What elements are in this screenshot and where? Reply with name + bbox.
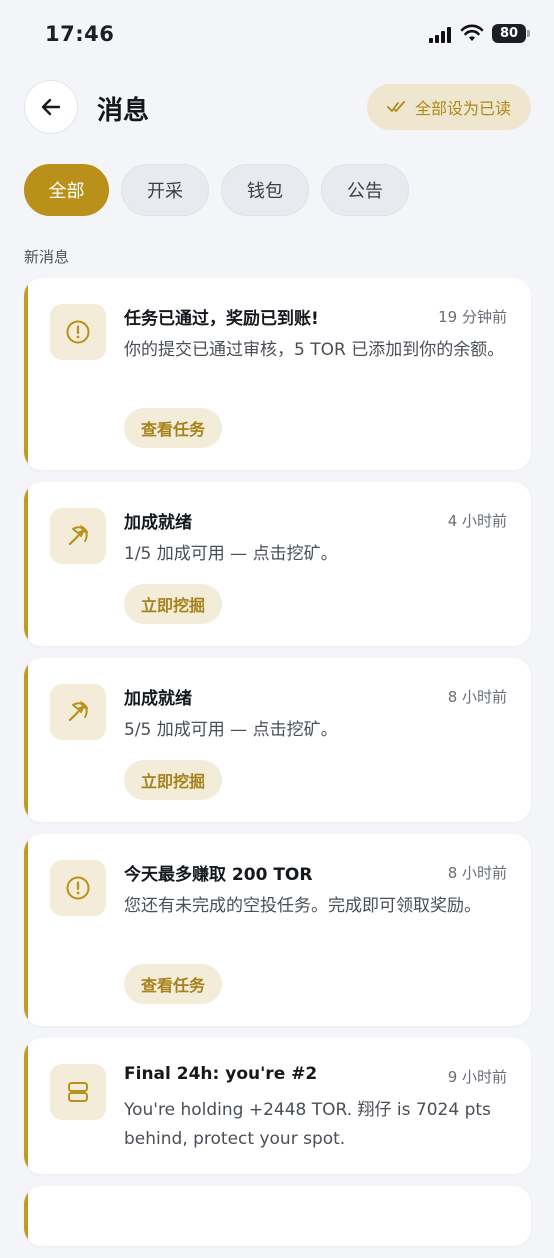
notification-body: 5/5 加成可用 — 点击挖矿。 [124, 720, 338, 740]
status-bar: 17:46 80 [0, 0, 554, 70]
mark-all-read-label: 全部设为已读 [414, 99, 511, 118]
section-label-new: 新消息 [24, 248, 70, 266]
back-button[interactable] [24, 80, 78, 134]
notification-card[interactable]: Final 24h: you're #2 9 小时前 You're holdin… [24, 1038, 531, 1174]
notification-title: 加成就绪 [124, 689, 192, 709]
notification-body: You're holding +2448 TOR. 翔仔 is 7024 pts… [124, 1100, 491, 1149]
alert-circle-icon [50, 860, 106, 916]
server-icon [50, 1064, 106, 1120]
double-check-icon [387, 101, 405, 112]
notification-card[interactable]: 任务已通过，奖励已到账! 19 分钟前 你的提交已通过审核，5 TOR 已添加到… [24, 278, 531, 470]
status-time: 17:46 [45, 22, 115, 46]
notification-body: 1/5 加成可用 — 点击挖矿。 [124, 544, 338, 564]
notification-list: 任务已通过，奖励已到账! 19 分钟前 你的提交已通过审核，5 TOR 已添加到… [24, 278, 531, 1258]
tab-wallet[interactable]: 钱包 [221, 164, 309, 216]
wifi-icon [460, 24, 484, 41]
mine-now-button[interactable]: 立即挖掘 [124, 760, 223, 800]
notification-body: 你的提交已通过审核，5 TOR 已添加到你的余额。 [124, 340, 505, 360]
notification-time: 19 分钟前 [438, 308, 507, 326]
mine-now-button[interactable]: 立即挖掘 [124, 584, 223, 624]
notification-title: 今天最多赚取 200 TOR [124, 865, 313, 885]
tab-all[interactable]: 全部 [24, 164, 109, 216]
notification-time: 4 小时前 [447, 512, 507, 530]
view-task-button[interactable]: 查看任务 [124, 964, 223, 1004]
notification-time: 8 小时前 [447, 688, 507, 706]
notification-card[interactable]: 加成就绪 4 小时前 1/5 加成可用 — 点击挖矿。 立即挖掘 [24, 482, 531, 646]
alert-circle-icon [50, 304, 106, 360]
pickaxe-icon [50, 684, 106, 740]
cellular-signal-icon [429, 27, 455, 43]
notification-title: 任务已通过，奖励已到账! [124, 309, 319, 329]
notification-title: Final 24h: you're #2 [124, 1064, 318, 1084]
notification-card[interactable]: 今天最多赚取 200 TOR 8 小时前 您还有未完成的空投任务。完成即可领取奖… [24, 834, 531, 1026]
view-task-button[interactable]: 查看任务 [124, 408, 223, 448]
filter-tabs: 全部 开采 钱包 公告 [24, 164, 409, 216]
notification-title: 加成就绪 [124, 513, 192, 533]
battery-icon: 80 [492, 24, 526, 43]
tab-announcements[interactable]: 公告 [321, 164, 409, 216]
tab-mining[interactable]: 开采 [121, 164, 209, 216]
notification-time: 8 小时前 [447, 864, 507, 882]
mark-all-read-button[interactable]: 全部设为已读 [367, 84, 531, 130]
page-title: 消息 [97, 96, 150, 126]
notification-card[interactable] [24, 1186, 531, 1246]
notification-time: 9 小时前 [447, 1068, 507, 1086]
arrow-left-icon [41, 98, 61, 116]
notification-body: 您还有未完成的空投任务。完成即可领取奖励。 [124, 896, 481, 916]
notification-card[interactable]: 加成就绪 8 小时前 5/5 加成可用 — 点击挖矿。 立即挖掘 [24, 658, 531, 822]
pickaxe-icon [50, 508, 106, 564]
battery-tip [527, 30, 530, 37]
